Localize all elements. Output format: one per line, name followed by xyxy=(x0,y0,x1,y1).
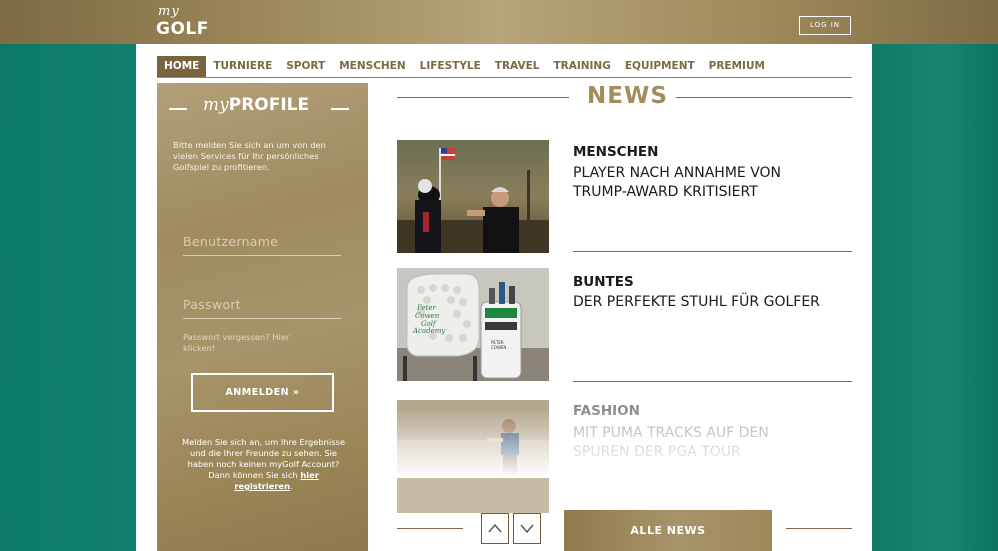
news-headline[interactable]: MIT PUMA TRACKS AUF DEN SPUREN DER PGA T… xyxy=(573,424,823,462)
fashion-photo xyxy=(397,400,549,513)
golfers-photo xyxy=(397,140,549,253)
title-dash-right xyxy=(331,108,349,110)
nav-item-premium[interactable]: PREMIUM xyxy=(702,56,772,77)
scroll-up-button[interactable] xyxy=(481,513,509,544)
news-category: BUNTES xyxy=(573,274,634,290)
username-field[interactable] xyxy=(183,228,341,256)
nav-item-lifestyle[interactable]: LIFESTYLE xyxy=(413,56,488,77)
pagination-rule-left xyxy=(397,528,463,529)
profile-intro-text: Bitte melden Sie sich an um von den viel… xyxy=(173,140,326,172)
news-thumbnail[interactable] xyxy=(397,400,549,513)
news-rule-left xyxy=(397,97,569,98)
register-suffix: . xyxy=(289,481,293,491)
news-headline[interactable]: PLAYER NACH ANNAHME VON TRUMP-AWARD KRIT… xyxy=(573,164,833,202)
profile-title-profile: PROFILE xyxy=(228,95,310,115)
nav-item-sport[interactable]: SPORT xyxy=(279,56,332,77)
news-header: NEWS xyxy=(397,83,852,113)
chevron-down-icon xyxy=(520,524,534,534)
chevron-up-icon xyxy=(488,523,502,533)
login-button[interactable]: LOG IN xyxy=(799,16,851,35)
news-thumbnail[interactable] xyxy=(397,140,549,253)
news-title: NEWS xyxy=(587,83,668,109)
scroll-down-button[interactable] xyxy=(513,513,541,544)
nav-item-training[interactable]: TRAINING xyxy=(546,56,617,77)
profile-title: myPROFILE xyxy=(203,95,309,115)
news-separator xyxy=(573,381,852,382)
title-dash-left xyxy=(169,108,187,110)
nav-item-home[interactable]: HOME xyxy=(157,56,207,77)
password-field[interactable] xyxy=(183,291,341,319)
register-info-text: Melden Sie sich an, um Ihre Ergebnisse u… xyxy=(182,437,345,480)
anmelden-button[interactable]: ANMELDEN » xyxy=(191,373,334,412)
right-background xyxy=(872,0,998,551)
logo-my: my xyxy=(158,4,180,19)
nav-divider xyxy=(157,77,852,78)
profile-header: myPROFILE xyxy=(169,93,357,123)
news-rule-right xyxy=(676,97,852,98)
header-bar: my GOLF LOG IN xyxy=(0,0,998,44)
profile-title-my: my xyxy=(203,95,229,115)
logo-golf: GOLF xyxy=(156,19,209,39)
news-category: FASHION xyxy=(573,403,640,419)
news-category: MENSCHEN xyxy=(573,144,659,160)
forgot-password-link[interactable]: Passwort vergessen? Hier klicken! xyxy=(183,332,313,354)
mygolf-logo[interactable]: my GOLF xyxy=(156,4,209,40)
nav-item-equipment[interactable]: EQUIPMENT xyxy=(618,56,702,77)
news-pagination: ALLE NEWS xyxy=(397,510,852,551)
nav-item-menschen[interactable]: MENSCHEN xyxy=(332,56,412,77)
news-headline[interactable]: DER PERFEKTE STUHL FÜR GOLFER xyxy=(573,293,853,312)
register-info: Melden Sie sich an, um Ihre Ergebnisse u… xyxy=(181,437,346,492)
pagination-rule-right xyxy=(786,528,852,529)
nav-item-travel[interactable]: TRAVEL xyxy=(488,56,547,77)
nav-item-turniere[interactable]: TURNIERE xyxy=(206,56,279,77)
news-thumbnail[interactable]: Peter Cowen Golf Academy PETER COWEN xyxy=(397,268,549,381)
news-separator xyxy=(573,251,852,252)
golf-chair-photo: Peter Cowen Golf Academy PETER COWEN xyxy=(397,268,549,381)
left-background xyxy=(0,0,136,551)
all-news-button[interactable]: ALLE NEWS xyxy=(564,510,772,551)
main-nav: HOME TURNIERE SPORT MENSCHEN LIFESTYLE T… xyxy=(157,56,772,77)
myprofile-panel: myPROFILE Bitte melden Sie sich an um vo… xyxy=(157,83,368,551)
